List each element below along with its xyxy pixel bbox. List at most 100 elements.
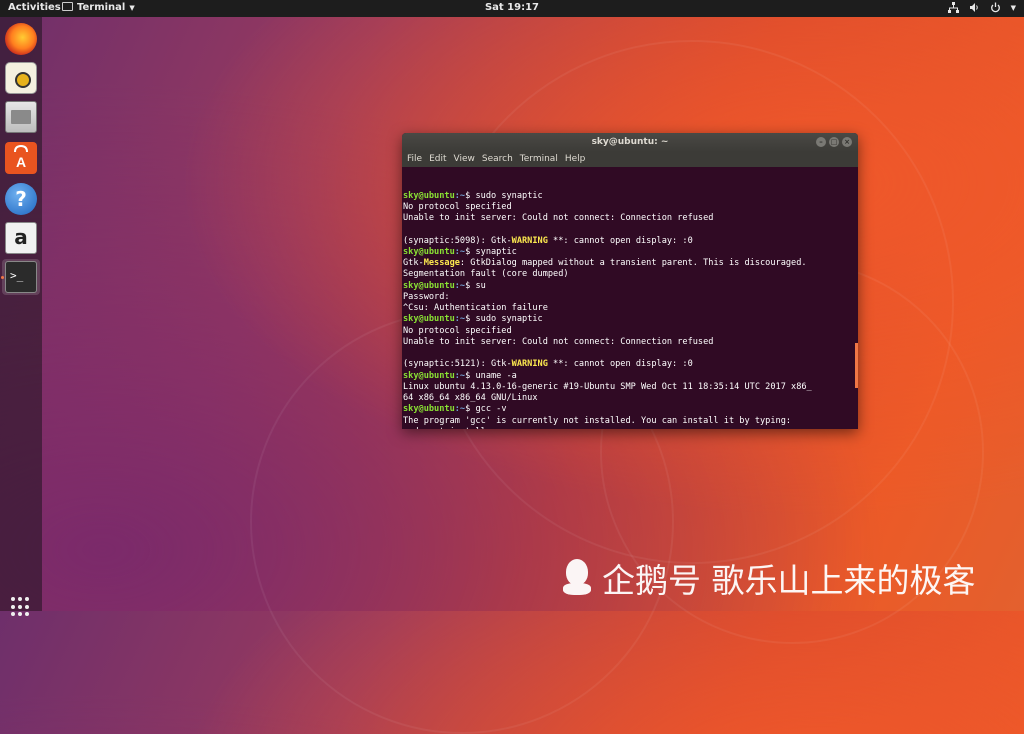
terminal-line: 64 x86_64 x86_64 GNU/Linux xyxy=(403,393,858,404)
maximize-icon[interactable]: □ xyxy=(829,137,839,147)
terminal-line: sky@ubuntu:~$ sudo synaptic xyxy=(403,314,858,325)
warning-tag: WARNING xyxy=(511,359,548,370)
firefox-icon[interactable] xyxy=(5,23,37,55)
terminal-line: Unable to init server: Could not connect… xyxy=(403,213,858,224)
output-text: sudo apt install gcc xyxy=(403,427,506,429)
terminal-icon[interactable]: >_ xyxy=(5,261,37,293)
menu-file[interactable]: File xyxy=(407,152,422,167)
terminal-line: sky@ubuntu:~$ uname -a xyxy=(403,371,858,382)
prompt-path: :~ xyxy=(454,404,466,415)
terminal-line: The program 'gcc' is currently not insta… xyxy=(403,416,858,427)
app-menu[interactable]: Terminal ▼ xyxy=(62,2,135,13)
command-text: synaptic xyxy=(475,246,517,257)
menu-help[interactable]: Help xyxy=(565,152,586,167)
output-text: No protocol specified xyxy=(403,201,512,212)
prompt-sign: $ xyxy=(465,404,476,415)
command-text: uname -a xyxy=(475,370,517,381)
terminal-line: sky@ubuntu:~$ sudo synaptic xyxy=(403,191,858,202)
power-icon xyxy=(990,2,1001,13)
terminal-line: Segmentation fault (core dumped) xyxy=(403,269,858,280)
prompt-path: :~ xyxy=(454,370,466,381)
prompt-user: sky@ubuntu xyxy=(403,190,455,201)
terminal-line: sky@ubuntu:~$ synaptic xyxy=(403,247,858,258)
window-title: sky@ubuntu: ~ xyxy=(591,137,669,147)
output-text: The program 'gcc' is currently not insta… xyxy=(403,415,792,426)
watermark: 企鹅号 歌乐山上来的极客 xyxy=(560,554,976,602)
terminal-line: sudo apt install gcc xyxy=(403,427,858,429)
terminal-output[interactable]: sky@ubuntu:~$ sudo synaptic No protocol s… xyxy=(402,167,858,430)
command-text: sudo synaptic xyxy=(475,314,543,325)
output-text: Gtk- xyxy=(403,258,424,268)
command-text: gcc -v xyxy=(475,404,507,415)
terminal-line: Linux ubuntu 4.13.0-16-generic #19-Ubunt… xyxy=(403,382,858,393)
prompt-sign: $ xyxy=(465,246,476,257)
prompt-user: sky@ubuntu xyxy=(403,370,455,381)
terminal-line: (synaptic:5121): Gtk-WARNING **: cannot … xyxy=(403,359,858,370)
menu-edit[interactable]: Edit xyxy=(429,152,446,167)
svg-text:A: A xyxy=(16,154,26,170)
minimize-icon[interactable]: – xyxy=(816,137,826,147)
activities-button[interactable]: Activities xyxy=(8,2,61,13)
amazon-icon[interactable]: a xyxy=(5,222,37,254)
output-text: Segmentation fault (core dumped) xyxy=(403,269,569,280)
watermark-text: 企鹅号 歌乐山上来的极客 xyxy=(602,561,976,600)
rhythmbox-icon[interactable] xyxy=(5,62,37,94)
terminal-line: sky@ubuntu:~$ su xyxy=(403,281,858,292)
menu-terminal[interactable]: Terminal xyxy=(520,152,558,167)
prompt-path: :~ xyxy=(454,246,466,257)
terminal-menubar: File Edit View Search Terminal Help xyxy=(402,152,858,167)
warning-tag: WARNING xyxy=(511,235,548,246)
prompt-user: sky@ubuntu xyxy=(403,314,455,325)
prompt-sign: $ xyxy=(465,190,476,201)
files-icon[interactable] xyxy=(5,101,37,133)
output-text: ^Csu: Authentication failure xyxy=(403,303,548,313)
menu-view[interactable]: View xyxy=(454,152,475,167)
output-text: Password: xyxy=(403,291,450,302)
terminal-dock-slot[interactable]: >_ xyxy=(2,259,40,295)
penguin-logo-icon xyxy=(560,559,594,597)
output-text: Unable to init server: Could not connect… xyxy=(403,336,714,347)
prompt-user: sky@ubuntu xyxy=(403,404,455,415)
terminal-line: No protocol specified xyxy=(403,326,858,337)
scrollbar[interactable] xyxy=(855,343,858,388)
prompt-sign: $ xyxy=(465,370,476,381)
output-text: No protocol specified xyxy=(403,325,512,336)
menu-search[interactable]: Search xyxy=(482,152,513,167)
prompt-user: sky@ubuntu xyxy=(403,280,455,291)
prompt-user: sky@ubuntu xyxy=(403,246,455,257)
help-icon[interactable]: ? xyxy=(5,183,37,215)
warning-tag: Message xyxy=(423,258,460,268)
app-menu-label: Terminal xyxy=(77,2,126,13)
terminal-small-icon xyxy=(62,2,73,13)
prompt-path: :~ xyxy=(454,190,466,201)
prompt-sign: $ xyxy=(465,314,476,325)
output-text: (synaptic:5121): Gtk- xyxy=(403,359,512,370)
prompt-path: :~ xyxy=(454,314,466,325)
ubuntu-software-icon[interactable]: A xyxy=(5,142,37,174)
output-text: **: cannot open display: :0 xyxy=(547,235,693,246)
close-icon[interactable]: × xyxy=(842,137,852,147)
show-applications-icon[interactable] xyxy=(11,597,31,617)
chevron-down-icon: ▼ xyxy=(1010,3,1016,12)
terminal-line: Gtk-Message: GtkDialog mapped without a … xyxy=(403,258,858,269)
output-text: Linux ubuntu 4.13.0-16-generic #19-Ubunt… xyxy=(403,381,812,392)
dock: A ? a >_ xyxy=(0,17,42,617)
prompt-sign: $ xyxy=(465,280,476,291)
prompt-path: :~ xyxy=(454,280,466,291)
terminal-window[interactable]: sky@ubuntu: ~ – □ × File Edit View Searc… xyxy=(402,133,858,429)
terminal-line: sky@ubuntu:~$ gcc -v xyxy=(403,404,858,415)
system-menu[interactable]: ▼ xyxy=(947,2,1016,13)
output-text: : GtkDialog mapped without a transient p… xyxy=(459,258,807,268)
terminal-line: Unable to init server: Could not connect… xyxy=(403,337,858,348)
terminal-line: Password: xyxy=(403,292,858,303)
top-bar: Activities Terminal ▼ Sat 19:17 ▼ xyxy=(0,0,1024,17)
terminal-line: No protocol specified xyxy=(403,202,858,213)
output-text: 64 x86_64 x86_64 GNU/Linux xyxy=(403,393,538,403)
clock[interactable]: Sat 19:17 xyxy=(0,2,1024,13)
window-titlebar[interactable]: sky@ubuntu: ~ – □ × xyxy=(402,133,858,152)
running-indicator xyxy=(1,276,4,279)
volume-icon xyxy=(969,2,980,13)
network-icon xyxy=(947,2,959,13)
